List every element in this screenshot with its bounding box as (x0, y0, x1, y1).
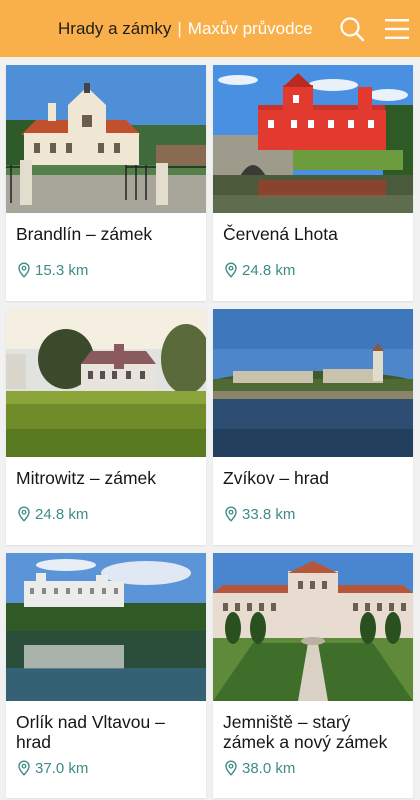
place-distance: 33.8 km (213, 502, 413, 526)
menu-button[interactable] (383, 16, 411, 42)
place-name: Zvíkov – hrad (223, 468, 330, 488)
place-distance: 24.8 km (6, 502, 206, 526)
hamburger-menu-icon (385, 19, 409, 39)
location-pin-icon (18, 262, 30, 278)
place-card[interactable]: Orlík nad Vltavou – hrad 37.0 km (6, 553, 206, 798)
search-button[interactable] (338, 15, 366, 43)
location-pin-icon (225, 506, 237, 522)
app-header: Hrady a zámky | Maxův průvodce (0, 0, 420, 57)
place-card[interactable]: Červená Lhota 24.8 km (213, 65, 413, 301)
place-distance: 24.8 km (213, 258, 413, 282)
app-title: Hrady a zámky (58, 18, 172, 38)
place-name: Brandlín – zámek (16, 224, 153, 244)
distance-value: 15.3 km (35, 261, 89, 279)
places-grid[interactable]: Brandlín – zámek 15.3 km Červená Lhota 2… (0, 57, 420, 800)
distance-value: 33.8 km (242, 505, 296, 523)
place-photo (6, 309, 206, 457)
place-name: Jemniště – starý zámek a nový zámek (223, 712, 388, 752)
place-photo (213, 309, 413, 457)
place-card[interactable]: Mitrowitz – zámek 24.8 km (6, 309, 206, 545)
location-pin-icon (225, 760, 237, 776)
place-card[interactable]: Zvíkov – hrad 33.8 km (213, 309, 413, 545)
place-distance: 15.3 km (6, 258, 206, 282)
place-photo (6, 553, 206, 701)
distance-value: 24.8 km (35, 505, 89, 523)
place-photo (6, 65, 206, 213)
location-pin-icon (225, 262, 237, 278)
place-photo (213, 65, 413, 213)
location-pin-icon (18, 760, 30, 776)
place-distance: 38.0 km (213, 756, 413, 780)
place-name: Mitrowitz – zámek (16, 468, 157, 488)
place-card[interactable]: Jemniště – starý zámek a nový zámek 38.0… (213, 553, 413, 798)
distance-value: 24.8 km (242, 261, 296, 279)
distance-value: 38.0 km (242, 759, 296, 777)
place-distance: 37.0 km (6, 756, 206, 780)
place-card[interactable]: Brandlín – zámek 15.3 km (6, 65, 206, 301)
location-pin-icon (18, 506, 30, 522)
place-name: Červená Lhota (223, 224, 338, 244)
place-name: Orlík nad Vltavou – hrad (16, 712, 165, 752)
distance-value: 37.0 km (35, 759, 89, 777)
app-subtitle: Maxův průvodce (187, 18, 313, 38)
title-separator: | (177, 18, 182, 38)
search-icon (340, 17, 365, 42)
place-photo (213, 553, 413, 701)
